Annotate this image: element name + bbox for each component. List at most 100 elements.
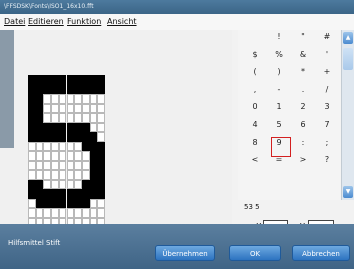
menu-datei[interactable]: Datei bbox=[4, 14, 25, 30]
pixel-cell[interactable] bbox=[51, 113, 59, 123]
pixel-cell[interactable] bbox=[51, 122, 59, 132]
pixel-cell[interactable] bbox=[89, 84, 98, 94]
pixel-cell[interactable] bbox=[74, 141, 82, 151]
pixel-cell[interactable] bbox=[28, 84, 36, 94]
pixel-cell[interactable] bbox=[74, 160, 82, 170]
pixel-cell[interactable] bbox=[81, 103, 90, 113]
pixel-cell[interactable] bbox=[81, 151, 90, 161]
pixel-cell[interactable] bbox=[43, 113, 52, 123]
pixel-cell[interactable] bbox=[58, 122, 67, 132]
pixel-cell[interactable] bbox=[89, 170, 98, 180]
pixel-cell[interactable] bbox=[89, 160, 98, 170]
pixel-cell[interactable] bbox=[58, 94, 67, 104]
pixel-cell[interactable] bbox=[51, 170, 59, 180]
pixel-cell[interactable] bbox=[74, 208, 82, 218]
pixel-cell[interactable] bbox=[66, 160, 75, 170]
pixel-cell[interactable] bbox=[81, 132, 90, 142]
pixel-cell[interactable] bbox=[35, 94, 44, 104]
char-cell[interactable]: 0 bbox=[246, 100, 264, 114]
pixel-cell[interactable] bbox=[28, 113, 36, 123]
pixel-cell[interactable] bbox=[28, 132, 36, 142]
pixel-cell[interactable] bbox=[28, 141, 36, 151]
pixel-cell[interactable] bbox=[66, 141, 75, 151]
pixel-cell[interactable] bbox=[35, 132, 44, 142]
char-cell[interactable] bbox=[246, 30, 264, 44]
pixel-cell[interactable] bbox=[89, 132, 98, 142]
pixel-cell[interactable] bbox=[89, 151, 98, 161]
pixel-cell[interactable] bbox=[74, 170, 82, 180]
char-cell[interactable]: - bbox=[270, 83, 288, 97]
pixel-cell[interactable] bbox=[51, 160, 59, 170]
char-cell[interactable]: 5 bbox=[270, 118, 288, 132]
pixel-cell[interactable] bbox=[35, 141, 44, 151]
char-cell[interactable]: $ bbox=[246, 48, 264, 62]
pixel-cell[interactable] bbox=[51, 198, 59, 208]
pixel-cell[interactable] bbox=[35, 75, 44, 85]
pixel-cell[interactable] bbox=[97, 198, 105, 208]
pixel-cell[interactable] bbox=[81, 75, 90, 85]
char-cell[interactable]: < bbox=[246, 153, 264, 167]
pixel-cell[interactable] bbox=[97, 103, 105, 113]
pixel-cell[interactable] bbox=[43, 198, 52, 208]
pixel-cell[interactable] bbox=[43, 179, 52, 189]
char-cell[interactable]: % bbox=[270, 48, 288, 62]
cancel-button[interactable]: Abbrechen bbox=[292, 245, 350, 261]
char-cell[interactable]: ' bbox=[318, 48, 336, 62]
pixel-cell[interactable] bbox=[89, 75, 98, 85]
pixel-cell[interactable] bbox=[58, 160, 67, 170]
pixel-cell[interactable] bbox=[74, 84, 82, 94]
pixel-cell[interactable] bbox=[97, 151, 105, 161]
pixel-cell[interactable] bbox=[81, 141, 90, 151]
pixel-cell[interactable] bbox=[51, 208, 59, 218]
pixel-cell[interactable] bbox=[35, 170, 44, 180]
pixel-cell[interactable] bbox=[66, 189, 75, 199]
chevron-up-icon[interactable]: ▲ bbox=[343, 32, 353, 44]
pixel-cell[interactable] bbox=[81, 170, 90, 180]
menu-editieren[interactable]: Editieren bbox=[28, 14, 64, 30]
pixel-cell[interactable] bbox=[97, 84, 105, 94]
pixel-cell[interactable] bbox=[28, 75, 36, 85]
pixel-cell[interactable] bbox=[97, 160, 105, 170]
pixel-cell[interactable] bbox=[51, 151, 59, 161]
char-cell[interactable]: , bbox=[246, 83, 264, 97]
pixel-cell[interactable] bbox=[81, 113, 90, 123]
pixel-cell[interactable] bbox=[97, 208, 105, 218]
pixel-cell[interactable] bbox=[66, 151, 75, 161]
pixel-cell[interactable] bbox=[43, 141, 52, 151]
char-cell[interactable]: " bbox=[294, 30, 312, 44]
pixel-cell[interactable] bbox=[35, 189, 44, 199]
menu-funktion[interactable]: Funktion bbox=[67, 14, 101, 30]
pixel-cell[interactable] bbox=[51, 103, 59, 113]
pixel-cell[interactable] bbox=[58, 198, 67, 208]
char-cell[interactable]: 7 bbox=[318, 118, 336, 132]
char-table-scrollbar[interactable]: ▲ ▼ bbox=[341, 30, 354, 200]
pixel-cell[interactable] bbox=[58, 141, 67, 151]
pixel-cell[interactable] bbox=[74, 94, 82, 104]
pixel-cell[interactable] bbox=[58, 208, 67, 218]
char-cell[interactable]: 4 bbox=[246, 118, 264, 132]
char-cell[interactable]: ; bbox=[318, 136, 336, 150]
pixel-cell[interactable] bbox=[97, 122, 105, 132]
pixel-cell[interactable] bbox=[66, 122, 75, 132]
pixel-cell[interactable] bbox=[35, 84, 44, 94]
pixel-cell[interactable] bbox=[35, 122, 44, 132]
char-cell[interactable]: 8 bbox=[246, 136, 264, 150]
chevron-down-icon[interactable]: ▼ bbox=[343, 186, 353, 198]
pixel-cell[interactable] bbox=[74, 198, 82, 208]
pixel-cell[interactable] bbox=[43, 160, 52, 170]
pixel-cell[interactable] bbox=[66, 103, 75, 113]
pixel-cell[interactable] bbox=[74, 151, 82, 161]
pixel-cell[interactable] bbox=[89, 189, 98, 199]
pixel-cell[interactable] bbox=[74, 189, 82, 199]
pixel-cell[interactable] bbox=[51, 189, 59, 199]
pixel-cell[interactable] bbox=[35, 179, 44, 189]
char-cell[interactable]: ? bbox=[318, 153, 336, 167]
pixel-cell[interactable] bbox=[81, 94, 90, 104]
pixel-cell[interactable] bbox=[35, 160, 44, 170]
pixel-cell[interactable] bbox=[97, 75, 105, 85]
pixel-cell[interactable] bbox=[66, 179, 75, 189]
pixel-cell[interactable] bbox=[51, 75, 59, 85]
pixel-cell[interactable] bbox=[35, 113, 44, 123]
pixel-cell[interactable] bbox=[43, 151, 52, 161]
pixel-cell[interactable] bbox=[58, 179, 67, 189]
